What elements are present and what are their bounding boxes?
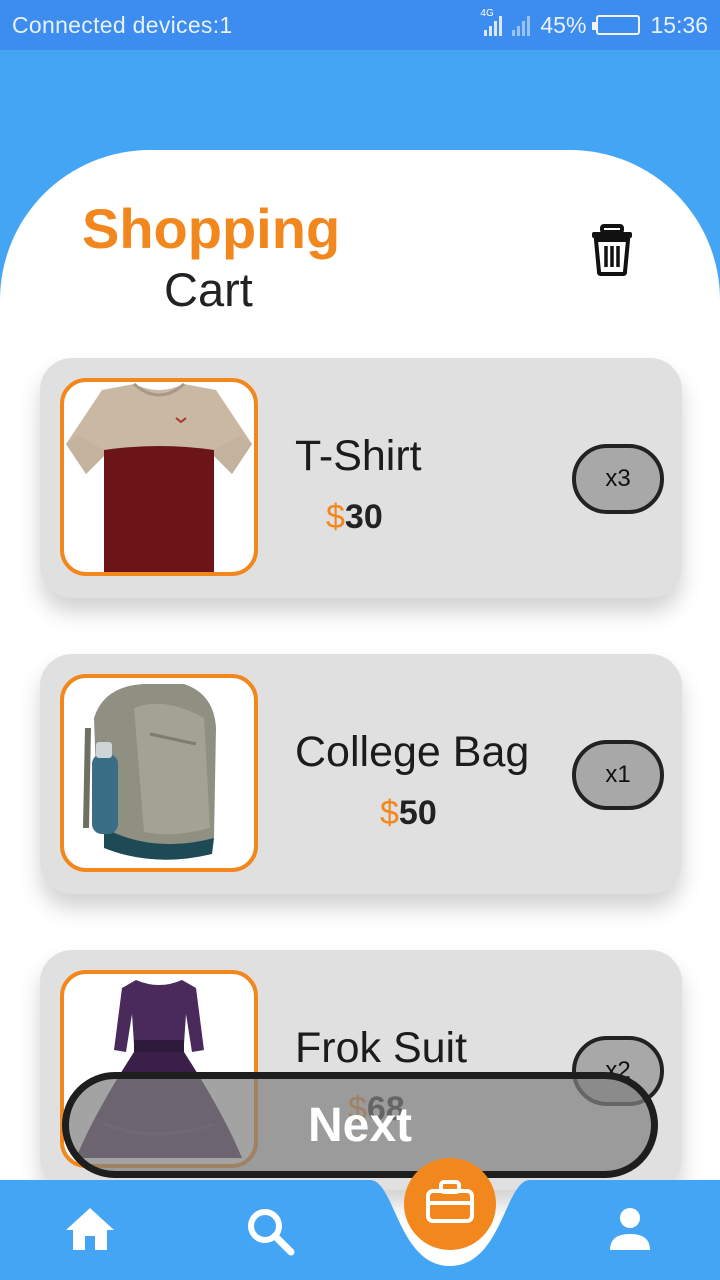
price-value: 30 <box>344 498 383 536</box>
backpack-image <box>60 674 258 872</box>
tshirt-image <box>60 378 258 576</box>
currency-symbol: $ <box>326 498 345 536</box>
signal-icon <box>512 14 531 36</box>
quantity-badge[interactable]: x1 <box>572 740 664 810</box>
battery-icon <box>592 15 641 35</box>
trash-icon[interactable] <box>588 224 636 276</box>
cart-fab-button[interactable] <box>404 1158 496 1250</box>
home-icon[interactable] <box>64 1206 116 1257</box>
battery-percent: 45% <box>540 11 587 38</box>
user-icon[interactable] <box>606 1206 654 1257</box>
briefcase-icon <box>425 1179 475 1230</box>
status-text: Connected devices:1 <box>12 11 233 38</box>
currency-symbol: $ <box>380 794 399 832</box>
status-bar: Connected devices:1 4G 45% 15:36 <box>0 0 720 50</box>
signal-4g-icon: 4G <box>480 8 503 36</box>
page-title: Shopping <box>82 197 341 260</box>
page-subtitle: Cart <box>164 263 253 316</box>
price-value: 50 <box>398 794 437 832</box>
quantity-badge[interactable]: x3 <box>572 444 664 514</box>
clock: 15:36 <box>650 11 708 38</box>
search-icon[interactable] <box>245 1206 295 1261</box>
item-name: Frok Suit <box>295 1024 468 1072</box>
item-name: T-Shirt <box>295 432 422 480</box>
item-price: $30 <box>326 498 383 537</box>
cart-item[interactable]: T-Shirt $30 x3 <box>40 358 682 598</box>
next-button[interactable]: Next <box>62 1072 658 1178</box>
item-price: $50 <box>380 794 437 833</box>
cart-item[interactable]: College Bag $50 x1 <box>40 654 682 894</box>
item-name: College Bag <box>295 728 530 776</box>
